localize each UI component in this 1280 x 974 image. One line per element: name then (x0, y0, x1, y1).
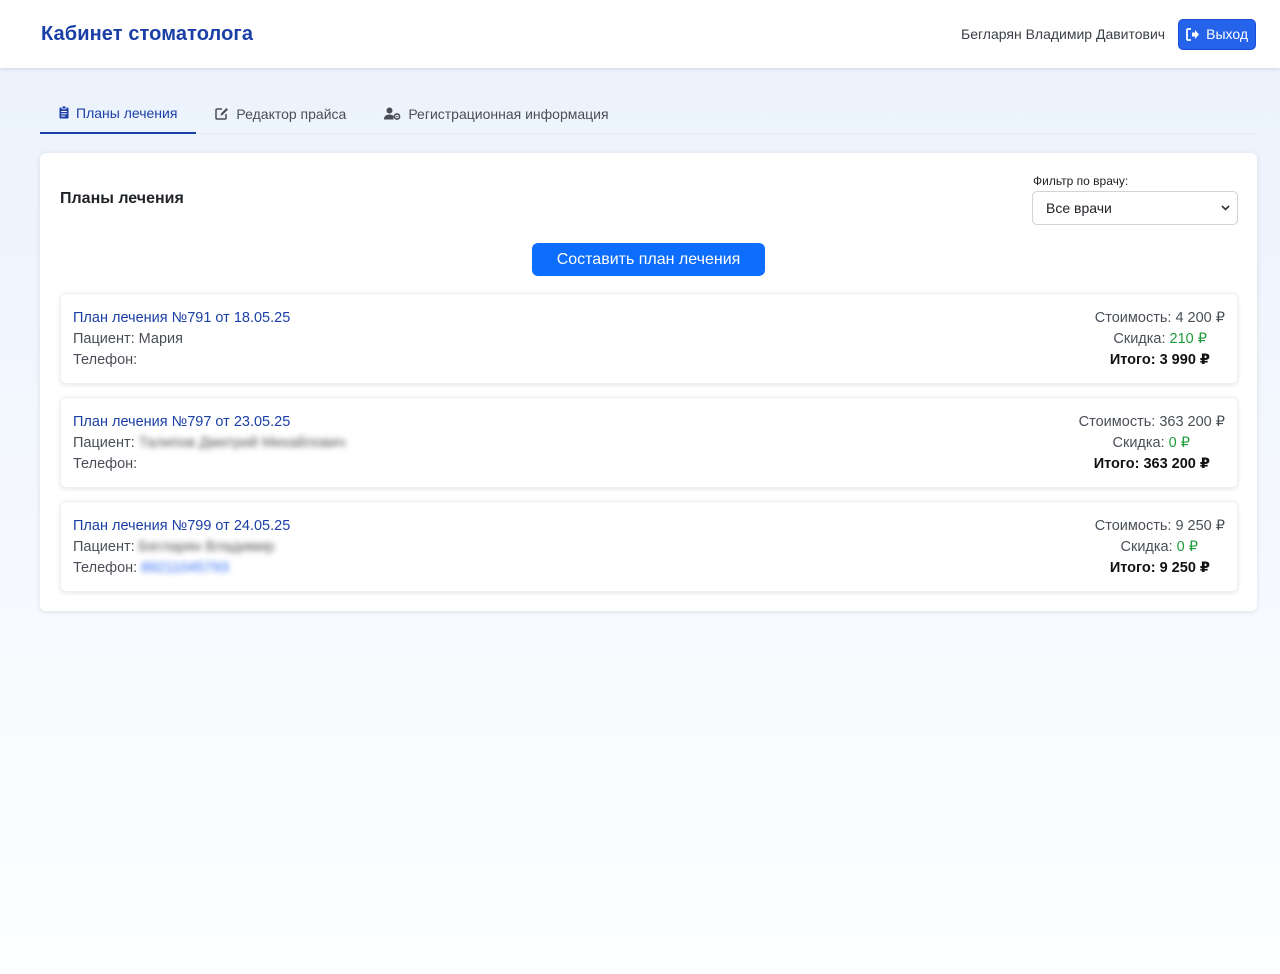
clipboard-icon (59, 106, 69, 119)
plan-info: План лечения №799 от 24.05.25 Пациент: Б… (73, 516, 290, 579)
cost-label: Стоимость: (1094, 310, 1172, 326)
tab-label: Планы лечения (76, 104, 178, 121)
plan-prices: Стоимость: 9 250 ₽ Скидка: 0 ₽ Итого: 9 … (1095, 516, 1225, 579)
tabs-bar: Планы лечения Редактор прайса Регистраци… (40, 93, 1257, 134)
tab-label: Редактор прайса (236, 105, 347, 122)
logout-button[interactable]: Выход (1178, 18, 1256, 50)
total-value: 9 250 ₽ (1159, 560, 1210, 576)
plan-card[interactable]: План лечения №799 от 24.05.25 Пациент: Б… (60, 501, 1238, 592)
discount-value: 0 ₽ (1168, 435, 1190, 451)
patient-name: Мария (138, 331, 183, 347)
tab-label: Регистрационная информация (408, 105, 609, 122)
total-label: Итого: (1109, 560, 1156, 576)
plan-discount: Скидка: 0 ₽ (1079, 433, 1225, 454)
patient-name: Бегларян Владимир (138, 539, 275, 555)
tab-registration-info[interactable]: Регистрационная информация (365, 93, 627, 134)
plan-card[interactable]: План лечения №797 от 23.05.25 Пациент: Т… (60, 397, 1238, 488)
plan-total: Итого: 9 250 ₽ (1095, 558, 1225, 579)
plan-cost: Стоимость: 363 200 ₽ (1079, 412, 1225, 433)
plan-title[interactable]: План лечения №799 от 24.05.25 (73, 516, 290, 537)
plan-card[interactable]: План лечения №791 от 18.05.25 Пациент: М… (60, 293, 1238, 384)
cost-value: 4 200 ₽ (1175, 310, 1225, 326)
phone-label: Телефон: (73, 560, 138, 576)
plan-phone: Телефон: (73, 454, 345, 475)
patient-label: Пациент: (73, 435, 135, 451)
plan-cost: Стоимость: 4 200 ₽ (1095, 308, 1225, 329)
discount-label: Скидка: (1120, 539, 1173, 555)
edit-icon (215, 108, 229, 120)
logout-label: Выход (1206, 26, 1248, 42)
plan-patient: Пациент: Талипов Дмитрий Михайлович (73, 433, 345, 454)
filter-value: Все врачи (1046, 200, 1112, 216)
patient-name: Талипов Дмитрий Михайлович (138, 435, 346, 451)
phone-link[interactable]: 89211045793 (141, 560, 229, 576)
cost-label: Стоимость: (1078, 414, 1156, 430)
total-label: Итого: (1109, 352, 1156, 368)
plan-total: Итого: 363 200 ₽ (1079, 454, 1225, 475)
chevron-down-icon (1221, 205, 1230, 211)
patient-label: Пациент: (73, 539, 135, 555)
plan-info: План лечения №797 от 23.05.25 Пациент: Т… (73, 412, 345, 475)
create-plan-button[interactable]: Составить план лечения (532, 243, 765, 276)
plan-discount: Скидка: 210 ₽ (1095, 329, 1225, 350)
plan-title[interactable]: План лечения №797 от 23.05.25 (73, 412, 345, 433)
discount-label: Скидка: (1112, 435, 1165, 451)
phone-label: Телефон: (73, 456, 138, 472)
plan-discount: Скидка: 0 ₽ (1095, 537, 1225, 558)
section-title: Планы лечения (60, 190, 184, 207)
plan-phone: Телефон: (73, 350, 290, 371)
sign-out-icon (1186, 27, 1200, 41)
filter-label: Фильтр по врачу: (1033, 174, 1129, 188)
plan-patient: Пациент: Бегларян Владимир (73, 537, 290, 558)
app-title: Кабинет стоматолога (41, 22, 254, 45)
user-name: Бегларян Владимир Давитович (961, 26, 1166, 42)
doctor-filter-select[interactable]: Все врачи (1032, 191, 1238, 225)
tab-price-editor[interactable]: Редактор прайса (196, 93, 365, 134)
treatment-plans-card: Планы лечения Фильтр по врачу: Все врачи… (40, 153, 1257, 611)
plan-prices: Стоимость: 363 200 ₽ Скидка: 0 ₽ Итого: … (1079, 412, 1225, 475)
patient-label: Пациент: (73, 331, 135, 347)
phone-label: Телефон: (73, 352, 138, 368)
discount-value: 0 ₽ (1176, 539, 1198, 555)
total-label: Итого: (1093, 456, 1140, 472)
header-user-area: Бегларян Владимир Давитович Выход (961, 18, 1256, 50)
plan-info: План лечения №791 от 18.05.25 Пациент: М… (73, 308, 290, 371)
plan-cost: Стоимость: 9 250 ₽ (1095, 516, 1225, 537)
total-value: 363 200 ₽ (1143, 456, 1210, 472)
discount-label: Скидка: (1113, 331, 1166, 347)
tab-treatment-plans[interactable]: Планы лечения (40, 93, 197, 134)
plan-total: Итого: 3 990 ₽ (1095, 350, 1225, 371)
discount-value: 210 ₽ (1169, 331, 1207, 347)
cost-value: 363 200 ₽ (1159, 414, 1225, 430)
plan-phone: Телефон: 89211045793 (73, 558, 290, 579)
cost-value: 9 250 ₽ (1175, 518, 1225, 534)
cost-label: Стоимость: (1094, 518, 1172, 534)
plan-title[interactable]: План лечения №791 от 18.05.25 (73, 308, 290, 329)
plan-patient: Пациент: Мария (73, 329, 290, 350)
user-gear-icon (384, 107, 401, 120)
total-value: 3 990 ₽ (1159, 352, 1210, 368)
plan-prices: Стоимость: 4 200 ₽ Скидка: 210 ₽ Итого: … (1095, 308, 1225, 371)
app-header: Кабинет стоматолога Бегларян Владимир Да… (0, 0, 1280, 68)
